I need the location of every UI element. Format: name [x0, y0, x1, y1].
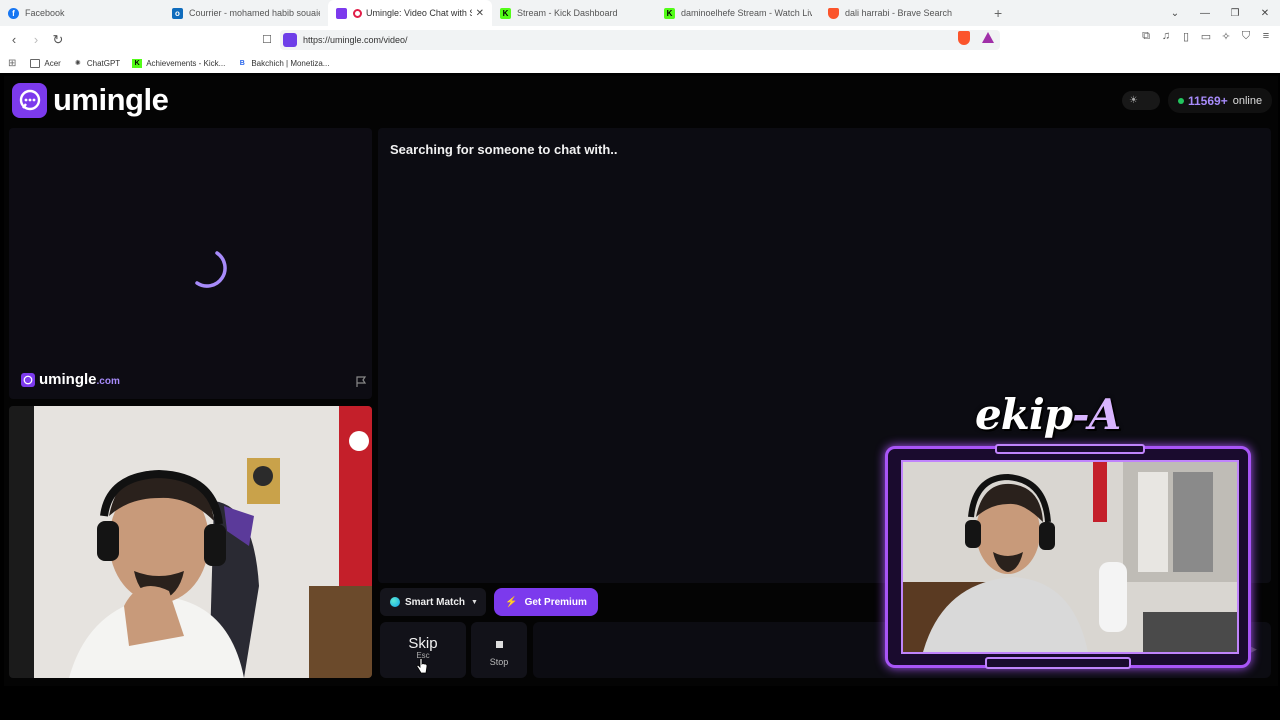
site-logo[interactable]: umingle	[12, 82, 169, 118]
tab-outlook[interactable]: o Courrier - mohamed habib souaied -	[164, 0, 328, 26]
overlay-webcam-feed	[901, 460, 1239, 654]
close-window-icon[interactable]: ✕	[1250, 8, 1280, 19]
tab-label: Courrier - mohamed habib souaied -	[189, 8, 320, 18]
smart-match-label: Smart Match	[405, 596, 466, 608]
kick-icon: K	[664, 7, 675, 19]
stop-label: Stop	[489, 657, 509, 667]
tab-umingle[interactable]: Umingle: Video Chat with Stra ✕	[328, 0, 492, 26]
sidebar-icon[interactable]: ▯	[1178, 30, 1194, 43]
outlook-icon: o	[172, 7, 183, 19]
brave-rewards-icon[interactable]	[982, 32, 994, 43]
close-tab-icon[interactable]: ✕	[476, 8, 484, 19]
window-controls: ⌄ — ❐ ✕	[1160, 0, 1280, 26]
hand-cursor-icon	[416, 658, 428, 674]
self-camera-video	[9, 406, 372, 678]
watermark-text: umingle	[39, 371, 97, 388]
chatgpt-icon: ✺	[74, 60, 81, 67]
chat-bubble-icon	[21, 372, 35, 387]
theme-toggle[interactable]: ☀	[1122, 91, 1160, 110]
overlay-title-accent: -A	[1072, 390, 1121, 439]
kick-icon: K	[500, 7, 511, 19]
bookmark-kick-achievements[interactable]: K Achievements - Kick...	[132, 58, 226, 68]
tab-label: Facebook	[25, 8, 65, 18]
chat-bubble-icon	[12, 82, 47, 118]
wallet-icon[interactable]: ▭	[1198, 30, 1214, 43]
bookmark-icon[interactable]: ☐	[257, 33, 277, 46]
restore-icon[interactable]: ❐	[1220, 8, 1250, 19]
folder-icon	[30, 58, 41, 68]
browser-tab-bar: f Facebook o Courrier - mohamed habib so…	[0, 0, 1280, 26]
minimize-icon[interactable]: —	[1190, 8, 1220, 19]
report-flag-icon[interactable]	[355, 376, 367, 388]
bookmark-label: Achievements - Kick...	[146, 58, 226, 68]
tab-facebook[interactable]: f Facebook	[0, 0, 164, 26]
stream-overlay-title: ekip-A	[975, 390, 1121, 439]
bookmarks-bar: ⊞ Acer ✺ ChatGPT K Achievements - Kick... …	[0, 53, 1280, 73]
browser-toolbar-right: ⧉ ♫ ▯ ▭ ✧ ⛉ ≡	[1138, 30, 1274, 43]
stop-button[interactable]: Stop	[471, 622, 527, 678]
extensions-icon[interactable]: ⧉	[1138, 30, 1154, 43]
online-label: online	[1232, 94, 1263, 107]
bookmark-bakchich[interactable]: B Bakchich | Monetiza...	[237, 58, 330, 68]
get-premium-button[interactable]: ⚡ Get Premium	[494, 588, 598, 616]
tab-kick-stream[interactable]: K daminoelhefe Stream - Watch Live o	[656, 0, 820, 26]
bookmark-label: Acer	[44, 58, 61, 68]
leo-ai-icon[interactable]: ✧	[1218, 30, 1234, 43]
tab-brave-search[interactable]: dali harrabi - Brave Search	[820, 0, 984, 26]
searching-status: Searching for someone to chat with..	[390, 142, 618, 157]
new-tab-icon[interactable]: +	[984, 5, 1012, 21]
overlay-bottom-strip	[985, 657, 1131, 669]
skip-label: Skip	[408, 635, 438, 652]
logo-text: umingle	[53, 82, 169, 117]
back-icon[interactable]: ‹	[4, 32, 24, 47]
site-info-icon[interactable]	[283, 33, 297, 47]
online-counter: 11569+ online	[1168, 88, 1273, 113]
tab-label: Umingle: Video Chat with Stra	[366, 8, 472, 18]
umingle-favicon-icon	[336, 7, 347, 19]
chevron-down-icon: ▼	[471, 598, 478, 606]
tab-kick-dashboard[interactable]: K Stream - Kick Dashboard	[492, 0, 656, 26]
webcam-feed-image	[9, 406, 372, 678]
online-dot-icon	[1178, 97, 1184, 104]
stranger-video-pane: umingle .com	[9, 128, 372, 399]
brave-shields-icon[interactable]	[958, 31, 970, 45]
bookmark-label: Bakchich | Monetiza...	[251, 58, 330, 68]
tab-label: dali harrabi - Brave Search	[845, 8, 953, 18]
loading-spinner-icon	[195, 251, 227, 288]
bookmark-label: ChatGPT	[86, 58, 121, 68]
stop-icon	[495, 641, 503, 648]
url-field[interactable]: https://umingle.com/video/	[280, 30, 1000, 50]
sun-icon: ☀	[1129, 95, 1138, 106]
lightning-icon: ⚡	[505, 596, 518, 608]
reload-icon[interactable]: ↻	[48, 32, 68, 48]
streamer-webcam-image	[903, 462, 1237, 652]
smart-match-dropdown[interactable]: Smart Match ▼	[380, 588, 486, 616]
media-icon[interactable]: ♫	[1158, 30, 1174, 43]
recording-icon	[353, 8, 362, 18]
send-icon[interactable]: ▶	[1250, 644, 1257, 655]
address-bar-row: ‹ › ↻ ☐ https://umingle.com/video/	[0, 26, 1280, 53]
kick-icon: K	[132, 58, 143, 68]
umingle-watermark: umingle .com	[21, 371, 120, 388]
online-count: 11569+	[1188, 93, 1228, 108]
streamer-webcam-overlay	[885, 444, 1251, 669]
menu-icon[interactable]: ≡	[1258, 30, 1274, 43]
premium-label: Get Premium	[524, 596, 587, 608]
overlay-top-strip	[995, 444, 1145, 454]
bakchich-icon: B	[239, 59, 245, 67]
facebook-icon: f	[8, 7, 19, 19]
forward-icon[interactable]: ›	[26, 32, 46, 47]
tab-label: Stream - Kick Dashboard	[517, 8, 618, 18]
overlay-title-main: ekip	[975, 390, 1073, 439]
watermark-suffix: .com	[96, 376, 120, 387]
tab-label: daminoelhefe Stream - Watch Live o	[681, 8, 812, 18]
url-text: https://umingle.com/video/	[303, 35, 408, 45]
bookmark-acer[interactable]: Acer	[30, 58, 61, 68]
tab-search-icon[interactable]: ⌄	[1160, 8, 1190, 19]
brave-icon	[828, 7, 839, 19]
bookmark-chatgpt[interactable]: ✺ ChatGPT	[73, 59, 120, 68]
globe-icon	[390, 597, 400, 607]
apps-grid-icon[interactable]: ⊞	[8, 58, 16, 69]
vpn-icon[interactable]: ⛉	[1238, 30, 1254, 43]
